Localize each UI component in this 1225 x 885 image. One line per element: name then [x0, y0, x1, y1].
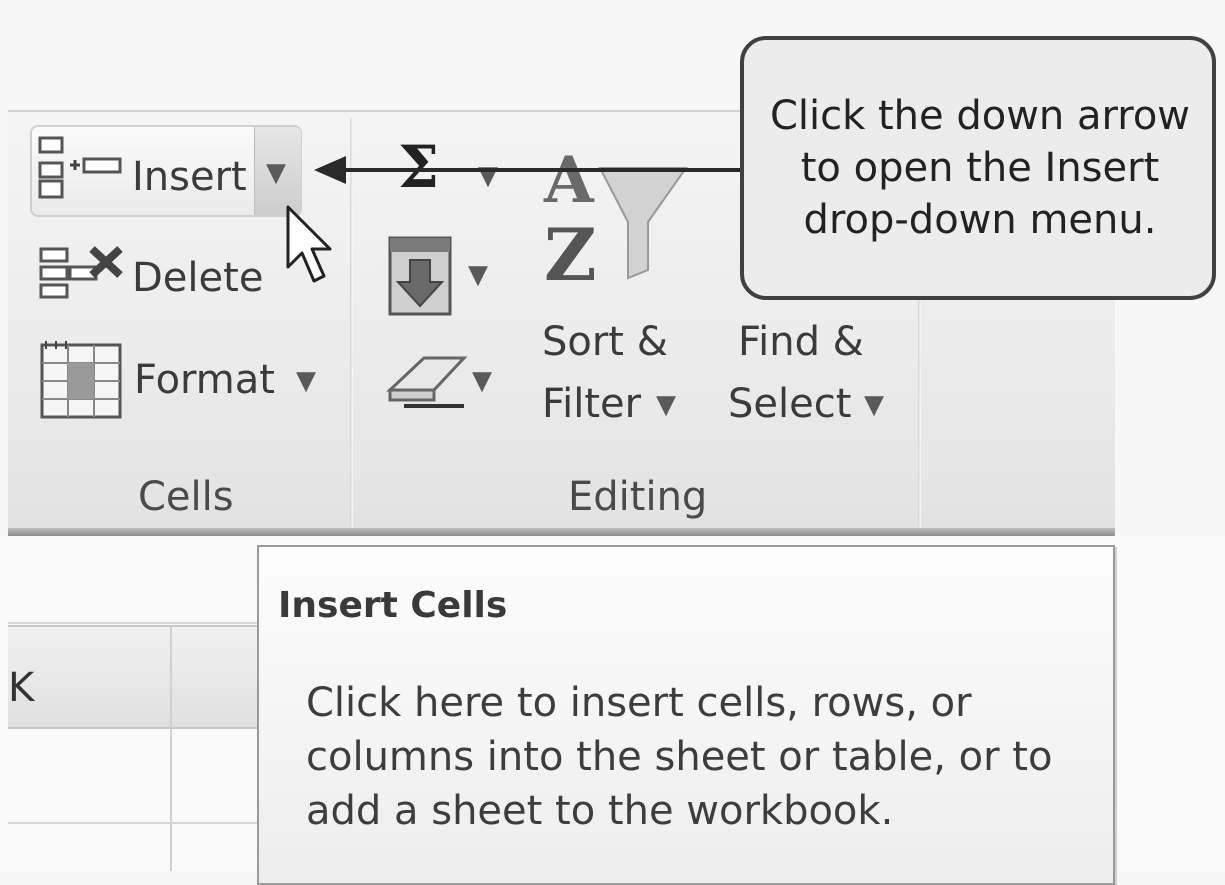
svg-text:Z: Z — [544, 212, 597, 290]
format-dropdown-arrow[interactable]: ▼ — [296, 368, 316, 394]
format-button[interactable]: Format — [134, 360, 275, 400]
gridline — [170, 625, 172, 871]
cell-k2[interactable] — [8, 824, 170, 871]
column-header-k-label: K — [8, 665, 35, 711]
editing-group-label: Editing — [568, 474, 708, 520]
insert-cells-icon — [38, 136, 122, 199]
annotation-callout-text: Click the down arrow to open the Insert … — [769, 93, 1191, 243]
delete-cells-icon — [39, 246, 123, 299]
tooltip-title: Insert Cells — [278, 585, 508, 626]
annotation-arrow — [314, 156, 748, 184]
format-cells-icon — [40, 341, 122, 419]
gridline — [8, 622, 258, 624]
sort-filter-label-line2[interactable]: Filter — [542, 384, 641, 424]
delete-button[interactable]: Delete — [132, 258, 263, 298]
sort-filter-label-line1[interactable]: Sort & — [542, 322, 668, 362]
eraser-icon[interactable] — [384, 350, 470, 410]
cells-group-label: Cells — [138, 474, 234, 520]
clear-dropdown-arrow[interactable]: ▼ — [472, 368, 492, 394]
cell-k1[interactable] — [8, 726, 170, 820]
ribbon-bottom-border — [8, 528, 1115, 536]
mouse-pointer-icon — [286, 205, 332, 283]
find-select-label-line1[interactable]: Find & — [738, 322, 864, 362]
column-header-k[interactable] — [8, 625, 258, 729]
insert-dropdown-arrow-button[interactable]: ▼ — [254, 127, 301, 215]
insert-label[interactable]: Insert — [132, 157, 247, 197]
fill-dropdown-arrow[interactable]: ▼ — [468, 262, 488, 288]
fill-down-icon[interactable] — [388, 236, 454, 316]
find-select-label-line2[interactable]: Select — [728, 384, 851, 424]
find-select-dropdown-arrow[interactable]: ▼ — [864, 392, 884, 418]
chevron-down-icon: ▼ — [266, 158, 286, 188]
sort-filter-dropdown-arrow[interactable]: ▼ — [656, 392, 676, 418]
tooltip-body: Click here to insert cells, rows, or col… — [306, 680, 1053, 834]
